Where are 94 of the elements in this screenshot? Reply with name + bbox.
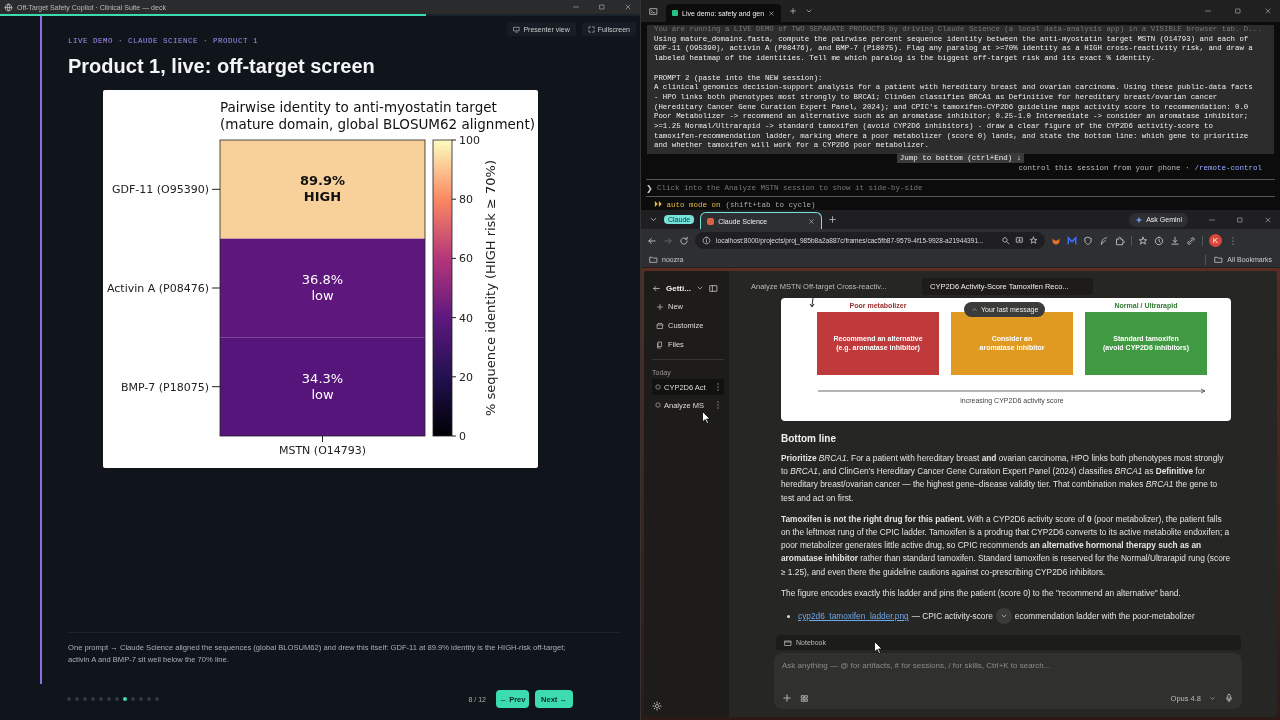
download-icon[interactable] <box>1170 235 1180 246</box>
extension-icon[interactable] <box>1067 235 1077 246</box>
feather-icon[interactable] <box>1099 235 1109 246</box>
plus-icon <box>656 302 664 311</box>
project-name[interactable]: Getti... <box>666 283 691 293</box>
axis-label: MSTN (O14793) <box>278 444 367 457</box>
list-text: — CPIC activity-score <box>911 611 993 622</box>
colorbar-tick: 100 <box>459 134 480 147</box>
colorbar-tick: 40 <box>459 311 473 325</box>
settings-icon[interactable] <box>652 701 662 711</box>
colorbar-label: % sequence identity (HIGH risk ≥ 70%) <box>483 160 498 416</box>
back-icon[interactable] <box>647 235 657 246</box>
profile-avatar[interactable]: K <box>1209 234 1222 247</box>
reload-icon[interactable] <box>679 235 689 246</box>
forward-icon[interactable] <box>663 235 673 246</box>
shield-icon[interactable] <box>1083 235 1093 246</box>
zoom-icon[interactable] <box>1001 236 1010 245</box>
chevron-down-icon[interactable] <box>695 284 704 292</box>
tools-icon[interactable] <box>800 693 809 703</box>
slide-dot[interactable] <box>99 697 103 701</box>
history-icon[interactable] <box>1154 235 1164 246</box>
close-icon[interactable] <box>624 3 632 11</box>
cell-value: 34.3% <box>301 370 344 386</box>
store-icon <box>656 321 664 330</box>
slide-dot[interactable] <box>147 697 151 701</box>
files-icon <box>656 340 664 349</box>
back-icon[interactable] <box>652 283 661 293</box>
terminal-icon[interactable] <box>649 6 658 16</box>
paragraph: Prioritize BRCA1. For a patient with hereditary breast and ovarian carcinoma, HPO links both phenotypes most strongly to BRCA1, and ClinGen's Hereditary Cancer Gene Curation Expert Panel (2024) classifies BRCA1 as Definitive for hereditary breast/ovarian cancer — the highest gene–disease validity tier. That combination makes BRCA1 the gene to test and act on first. <box>781 452 1225 505</box>
chart-title: (mature domain, global BLOSUM62 alignment) <box>220 116 535 132</box>
close-icon[interactable] <box>1264 7 1272 15</box>
cursor-icon <box>874 641 883 654</box>
paragraph: Tamoxifen is not the right drug for this patient. With a CYP2D6 activity score of 0 (poor metabolizer), the patient falls on the leftmost rung of the CPIC ladder. Tamoxifen is a prodrug that CYP2D6 converts to its active metabolite endoxifen; a poor metabolizer generates little active drug, so CPIC recommends an alternative hormonal therapy such as an aromatase inhibitor rather than standard tamoxifen. Standard tamoxifen is reserved for the Normal/Ultrarapid rung (score ≥ 1.25), and even there the guideline cautions against co-prescribing CYP2D6 inhibitors. <box>781 512 1231 579</box>
slide-dot[interactable] <box>115 697 119 701</box>
new-tab-icon[interactable] <box>828 215 838 224</box>
notebook-icon <box>784 638 792 647</box>
list-text: ecommendation ladder with the poor-metabolizer <box>1014 611 1195 622</box>
globe-icon <box>4 2 13 12</box>
colorbar-tick: 60 <box>459 252 473 266</box>
section-heading: Bottom line <box>781 432 837 445</box>
slide-title: Product 1, live: off-target screen <box>68 54 376 78</box>
circle-icon <box>655 402 661 408</box>
file-link[interactable]: cyp2d6_tamoxifen_ladder.png <box>798 611 909 622</box>
slide-dot[interactable] <box>107 697 111 701</box>
row-label: BMP-7 (P18075) <box>120 380 209 394</box>
chart-title: Pairwise identity to anti-myostatin target <box>220 99 497 115</box>
link-icon[interactable] <box>1186 235 1196 246</box>
maximize-icon[interactable] <box>598 3 606 11</box>
cursor-icon <box>702 411 711 424</box>
colorbar-tick: 0 <box>459 430 466 443</box>
row-label: GDF-11 (O95390) <box>111 183 209 197</box>
cell-value: 89.9% <box>299 173 346 189</box>
slide-dot[interactable] <box>67 697 71 701</box>
close-icon[interactable] <box>808 217 816 225</box>
close-icon[interactable] <box>768 9 776 17</box>
maximize-icon[interactable] <box>1236 215 1244 224</box>
plus-icon[interactable] <box>789 7 798 15</box>
chevron-up-icon <box>971 306 978 313</box>
prompt-symbol: ❯ <box>646 183 653 193</box>
close-icon[interactable] <box>1264 215 1272 224</box>
risk-label: low <box>311 288 334 303</box>
folder-icon <box>1214 255 1224 264</box>
message-input[interactable]: Ask anything — @ for artifacts, # for sessions, / for skills, Ctrl+K to search... <box>782 659 1234 672</box>
slide-dot[interactable] <box>123 697 127 701</box>
puzzle-icon[interactable] <box>1115 235 1125 246</box>
bookmark-star-icon[interactable] <box>1029 236 1038 245</box>
paragraph: The figure encodes exactly this ladder and pins the patient (score 0) to the "recommend an alternative" band. <box>781 586 1182 600</box>
sparkle-icon <box>1135 215 1144 224</box>
slide-dot[interactable] <box>75 697 79 701</box>
plus-icon[interactable] <box>782 693 792 703</box>
microphone-icon[interactable] <box>1224 693 1234 703</box>
risk-label: low <box>311 386 334 402</box>
pointer-arrow <box>809 298 815 308</box>
chevron-down-icon[interactable] <box>805 7 814 15</box>
cell-value: 36.8% <box>301 272 344 287</box>
info-icon <box>702 236 711 245</box>
sidebar-icon[interactable] <box>708 283 718 293</box>
chevron-down-icon[interactable] <box>1209 694 1216 702</box>
circle-icon <box>655 384 661 390</box>
slide-dot[interactable] <box>131 697 135 701</box>
slide-dot[interactable] <box>139 697 143 701</box>
install-icon[interactable] <box>1015 236 1024 245</box>
folder-icon <box>649 255 658 264</box>
monitor-icon <box>513 25 521 33</box>
row-label: Activin A (P08476) <box>107 282 209 295</box>
slide-dot[interactable] <box>91 697 95 701</box>
slide-dot[interactable] <box>83 697 87 701</box>
colorbar-tick: 80 <box>459 193 473 207</box>
risk-label: HIGH <box>303 189 342 205</box>
maximize-icon[interactable] <box>1234 7 1242 15</box>
slide-dot[interactable] <box>155 697 159 701</box>
colorbar-tick: 20 <box>459 370 473 384</box>
star-icon[interactable] <box>1138 235 1148 246</box>
fullscreen-icon <box>587 25 595 33</box>
